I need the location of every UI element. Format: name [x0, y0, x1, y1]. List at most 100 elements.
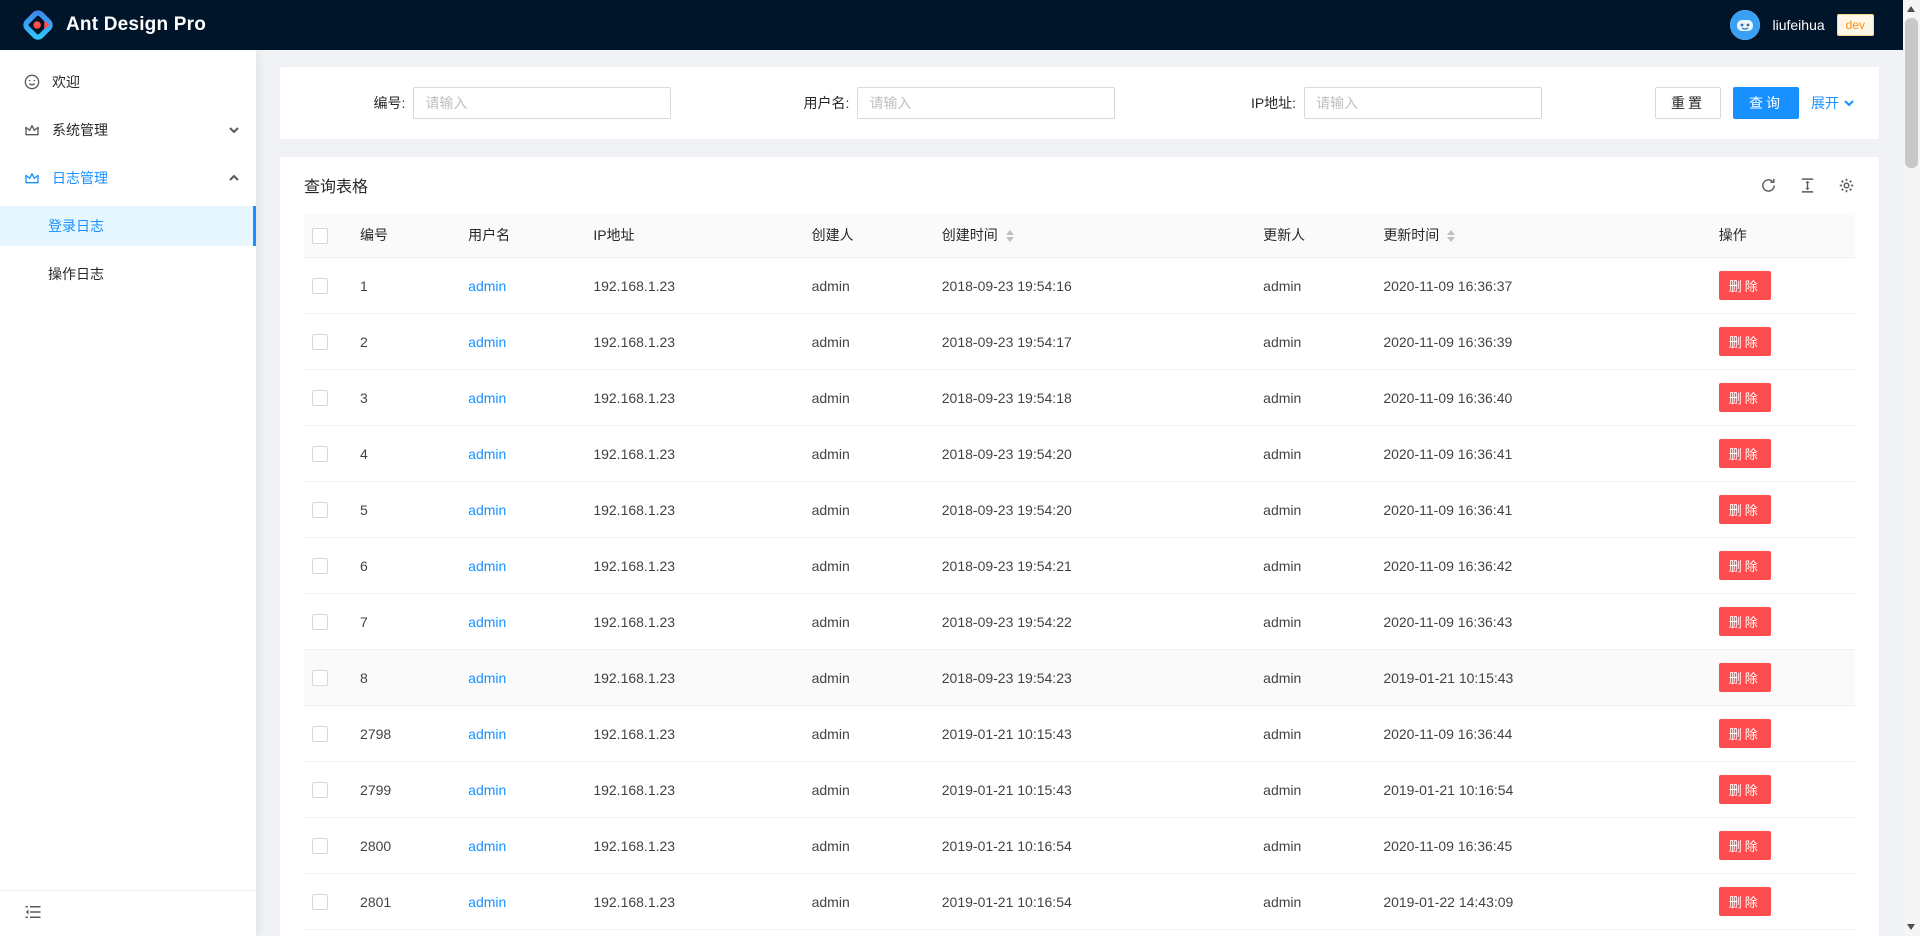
username-link[interactable]: admin	[468, 558, 506, 574]
username-link[interactable]: admin	[468, 894, 506, 910]
scroll-up-icon[interactable]	[1907, 6, 1915, 12]
row-checkbox[interactable]	[312, 614, 328, 630]
cell-ip: 192.168.1.23	[585, 650, 803, 706]
delete-button[interactable]: 删除	[1719, 495, 1771, 524]
chevron-down-icon	[228, 124, 240, 136]
scroll-down-icon[interactable]	[1907, 924, 1915, 930]
sidebar-item-system-management[interactable]: 系统管理	[0, 110, 256, 150]
settings-icon[interactable]	[1838, 177, 1855, 194]
cell-id: 1	[352, 258, 460, 314]
cell-updater: admin	[1255, 930, 1375, 936]
cell-creator: admin	[804, 258, 934, 314]
sort-control[interactable]	[1447, 230, 1455, 242]
reset-button[interactable]: 重置	[1655, 87, 1721, 119]
cell-updater: admin	[1255, 594, 1375, 650]
delete-button[interactable]: 删除	[1719, 383, 1771, 412]
cell-ip: 192.168.1.23	[585, 370, 803, 426]
username-link[interactable]: admin	[468, 278, 506, 294]
table-row: 2802 admin 192.168.1.23 admin 2019-01-22…	[304, 930, 1855, 936]
username-link[interactable]: admin	[468, 390, 506, 406]
row-checkbox[interactable]	[312, 446, 328, 462]
sort-control[interactable]	[1006, 230, 1014, 242]
username-input[interactable]	[857, 87, 1115, 119]
top-header: Ant Design Pro liufeihua dev	[0, 0, 1920, 50]
reload-icon[interactable]	[1760, 177, 1777, 194]
row-checkbox[interactable]	[312, 838, 328, 854]
username-link[interactable]: admin	[468, 782, 506, 798]
delete-button[interactable]: 删除	[1719, 663, 1771, 692]
cell-id: 4	[352, 426, 460, 482]
username-link[interactable]: admin	[468, 726, 506, 742]
table-header-row: 编号 用户名 IP地址 创建人 创建时间 更新人 更新时间 操作	[304, 213, 1855, 258]
id-field-label: 编号:	[374, 93, 406, 113]
column-header-actions: 操作	[1711, 213, 1855, 258]
row-checkbox[interactable]	[312, 670, 328, 686]
delete-button[interactable]: 删除	[1719, 719, 1771, 748]
username-link[interactable]: admin	[468, 670, 506, 686]
cell-created-time: 2019-01-22 14:43:09	[934, 930, 1255, 936]
cell-ip: 192.168.1.23	[585, 930, 803, 936]
row-checkbox[interactable]	[312, 726, 328, 742]
cell-ip: 192.168.1.23	[585, 706, 803, 762]
cell-creator: admin	[804, 538, 934, 594]
cell-ip: 192.168.1.23	[585, 482, 803, 538]
scrollbar[interactable]	[1903, 0, 1920, 936]
username-link[interactable]: admin	[468, 502, 506, 518]
cell-id: 8	[352, 650, 460, 706]
query-button[interactable]: 查询	[1733, 87, 1799, 119]
delete-button[interactable]: 删除	[1719, 887, 1771, 916]
column-header-username: 用户名	[460, 213, 585, 258]
username[interactable]: liufeihua	[1772, 17, 1824, 33]
cell-updated-time: 2020-11-09 16:36:45	[1375, 818, 1710, 874]
delete-button[interactable]: 删除	[1719, 831, 1771, 860]
avatar[interactable]	[1730, 10, 1760, 40]
table-body: 1 admin 192.168.1.23 admin 2018-09-23 19…	[304, 258, 1855, 936]
row-checkbox[interactable]	[312, 894, 328, 910]
cell-created-time: 2019-01-21 10:16:54	[934, 874, 1255, 930]
env-tag: dev	[1837, 14, 1874, 36]
cell-creator: admin	[804, 874, 934, 930]
row-checkbox[interactable]	[312, 502, 328, 518]
cell-updater: admin	[1255, 538, 1375, 594]
sidebar-item-operation-log[interactable]: 操作日志	[0, 254, 256, 294]
cell-id: 3	[352, 370, 460, 426]
delete-button[interactable]: 删除	[1719, 439, 1771, 468]
username-link[interactable]: admin	[468, 334, 506, 350]
cell-id: 2800	[352, 818, 460, 874]
cell-updated-time: 2020-11-09 16:36:37	[1375, 258, 1710, 314]
cell-created-time: 2018-09-23 19:54:16	[934, 258, 1255, 314]
row-checkbox[interactable]	[312, 558, 328, 574]
delete-button[interactable]: 删除	[1719, 775, 1771, 804]
cell-ip: 192.168.1.23	[585, 538, 803, 594]
username-link[interactable]: admin	[468, 614, 506, 630]
delete-button[interactable]: 删除	[1719, 327, 1771, 356]
table-row: 7 admin 192.168.1.23 admin 2018-09-23 19…	[304, 594, 1855, 650]
ip-input[interactable]	[1304, 87, 1542, 119]
cell-id: 2799	[352, 762, 460, 818]
username-link[interactable]: admin	[468, 446, 506, 462]
delete-button[interactable]: 删除	[1719, 551, 1771, 580]
cell-created-time: 2019-01-21 10:15:43	[934, 706, 1255, 762]
row-checkbox[interactable]	[312, 390, 328, 406]
select-all-checkbox[interactable]	[312, 228, 328, 244]
menu-fold-icon[interactable]	[24, 903, 42, 921]
scrollbar-thumb[interactable]	[1905, 18, 1918, 168]
delete-button[interactable]: 删除	[1719, 271, 1771, 300]
row-checkbox[interactable]	[312, 334, 328, 350]
cell-creator: admin	[804, 426, 934, 482]
row-checkbox[interactable]	[312, 782, 328, 798]
row-checkbox[interactable]	[312, 278, 328, 294]
column-height-icon[interactable]	[1799, 177, 1816, 194]
username-link[interactable]: admin	[468, 838, 506, 854]
sidebar-item-log-management[interactable]: 日志管理	[0, 158, 256, 198]
delete-button[interactable]: 删除	[1719, 607, 1771, 636]
column-header-updater: 更新人	[1255, 213, 1375, 258]
logo[interactable]: Ant Design Pro	[0, 9, 206, 41]
cell-id: 2802	[352, 930, 460, 936]
cell-created-time: 2018-09-23 19:54:20	[934, 426, 1255, 482]
sidebar-item-welcome[interactable]: 欢迎	[0, 62, 256, 102]
sidebar-item-login-log[interactable]: 登录日志	[0, 206, 256, 246]
cell-updated-time: 2020-11-09 16:36:43	[1375, 594, 1710, 650]
expand-link[interactable]: 展开	[1811, 93, 1855, 113]
id-input[interactable]	[413, 87, 671, 119]
